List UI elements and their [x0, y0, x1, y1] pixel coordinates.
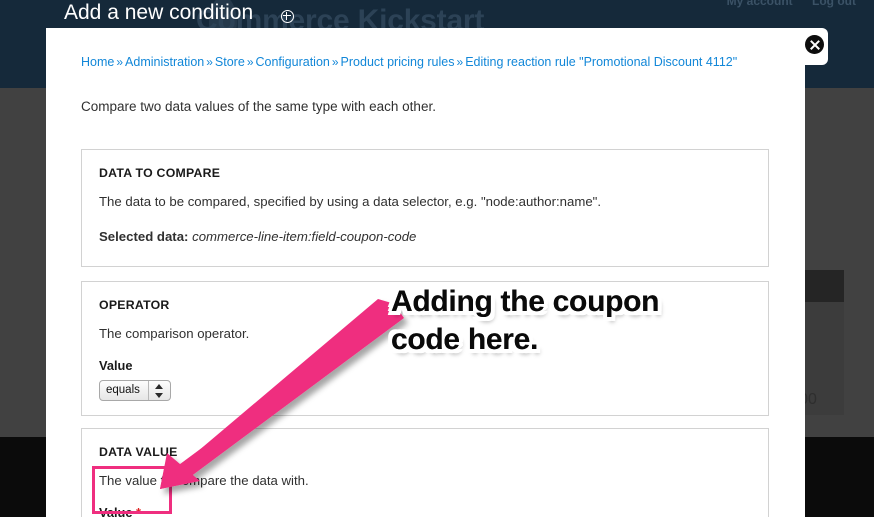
- section-description: The comparison operator.: [99, 326, 250, 341]
- selected-data-label: Selected data:: [99, 229, 189, 244]
- overlay-title: Add a new condition: [64, 1, 254, 24]
- section-title: OPERATOR: [99, 298, 170, 312]
- breadcrumb: Home» Administration» Store» Configuration»…: [81, 55, 737, 69]
- select-divider: [148, 381, 149, 400]
- selected-data-row: Selected data: commerce-line-item:field-…: [99, 229, 416, 244]
- breadcrumb-item-store[interactable]: Store: [215, 55, 245, 69]
- log-out-link[interactable]: Log out: [812, 0, 856, 8]
- loading-throbber-icon: [281, 10, 294, 23]
- my-account-link[interactable]: My account: [727, 0, 793, 8]
- annotation-highlight-box: [92, 466, 172, 514]
- close-icon[interactable]: [805, 35, 824, 54]
- section-description: The data to be compared, specified by us…: [99, 194, 602, 209]
- operator-select-value: equals: [106, 384, 140, 396]
- operator-value-label: Value: [99, 358, 133, 373]
- breadcrumb-separator: »: [206, 55, 213, 69]
- section-data-value: DATA VALUE The value to compare the data…: [81, 428, 769, 517]
- annotation-text: Adding the coupon code here.: [391, 285, 660, 356]
- breadcrumb-item-product-pricing-rules[interactable]: Product pricing rules: [341, 55, 455, 69]
- section-title: DATA VALUE: [99, 445, 178, 459]
- modal-intro-text: Compare two data values of the same type…: [81, 99, 436, 114]
- breadcrumb-item-editing-reaction-rule[interactable]: Editing reaction rule "Promotional Disco…: [465, 55, 737, 69]
- section-data-to-compare: DATA TO COMPARE The data to be compared,…: [81, 149, 769, 267]
- user-account-links: My account Log out: [711, 0, 856, 8]
- breadcrumb-separator: »: [331, 55, 339, 69]
- breadcrumb-separator: »: [116, 55, 124, 69]
- breadcrumb-separator: »: [456, 55, 464, 69]
- selected-data-value: commerce-line-item:field-coupon-code: [192, 229, 417, 244]
- section-title: DATA TO COMPARE: [99, 166, 221, 180]
- breadcrumb-item-configuration[interactable]: Configuration: [256, 55, 330, 69]
- modal-dialog: Home» Administration» Store» Configuration»…: [46, 28, 805, 517]
- chevron-updown-icon: [155, 384, 164, 398]
- breadcrumb-separator: »: [246, 55, 254, 69]
- breadcrumb-item-home[interactable]: Home: [81, 55, 114, 69]
- screen-root: Commerce Kickstart My account Log out $3…: [0, 0, 874, 517]
- breadcrumb-item-administration[interactable]: Administration: [125, 55, 204, 69]
- operator-select[interactable]: equals: [99, 380, 171, 401]
